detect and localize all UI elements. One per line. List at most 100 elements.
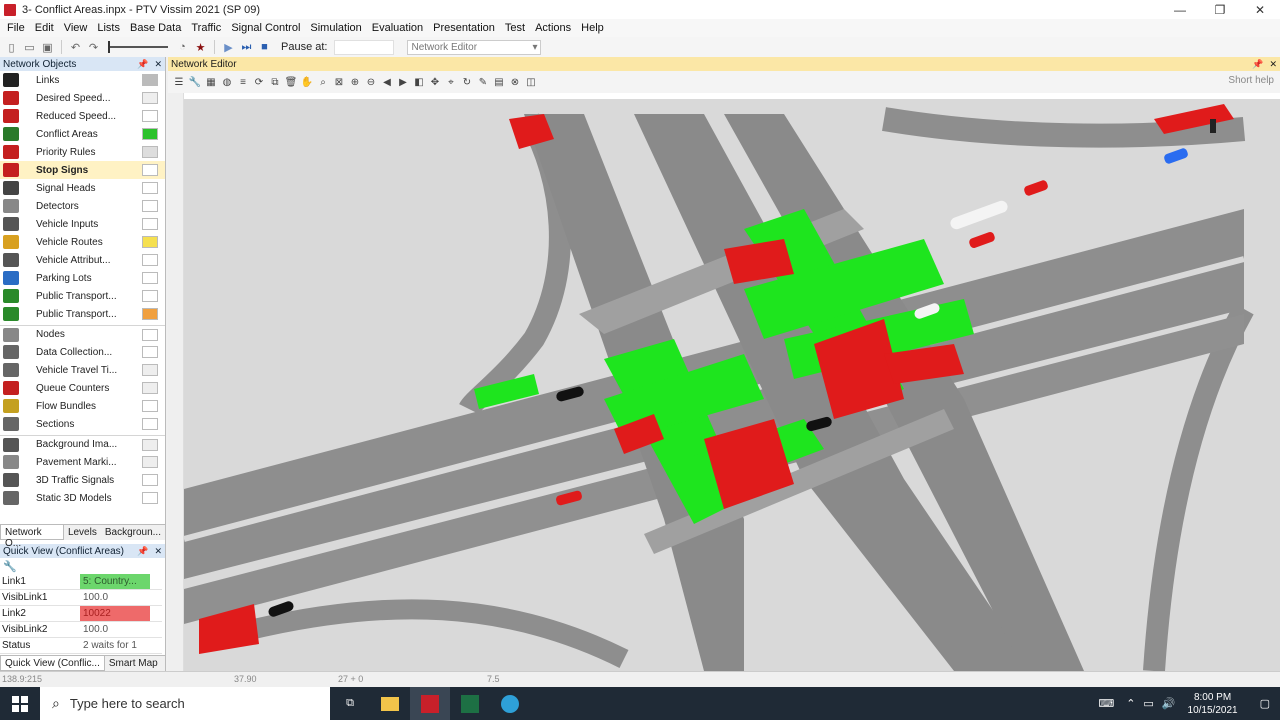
step-icon[interactable]: ⏭ bbox=[239, 40, 254, 54]
redo-icon[interactable]: ↷ bbox=[86, 40, 101, 54]
visibility-swatch[interactable] bbox=[142, 146, 158, 158]
rotate-icon[interactable]: ↻ bbox=[460, 75, 474, 89]
tab-backgrounds[interactable]: Backgroun... bbox=[101, 525, 165, 540]
pin-icon[interactable]: 📌 bbox=[137, 59, 148, 70]
menu-help[interactable]: Help bbox=[576, 22, 609, 34]
menu-lists[interactable]: Lists bbox=[92, 22, 125, 34]
forward-icon[interactable]: ▶ bbox=[396, 75, 410, 89]
signal-head-icon[interactable] bbox=[1210, 119, 1216, 133]
keyboard-icon[interactable]: ⌨ bbox=[1098, 697, 1114, 710]
network-object-conflict-areas[interactable]: Conflict Areas bbox=[0, 125, 165, 143]
close-icon[interactable]: ✕ bbox=[154, 59, 162, 70]
table-row[interactable]: VisibLink1 100.0 bbox=[0, 590, 162, 606]
network-object-static-3d-models[interactable]: Static 3D Models bbox=[0, 489, 165, 507]
table-row[interactable]: VisibLink2 100.0 bbox=[0, 622, 162, 638]
hand-icon[interactable]: ✋ bbox=[300, 75, 314, 89]
tab-network-objects[interactable]: Network O... bbox=[0, 525, 64, 549]
back-icon[interactable]: ◀ bbox=[380, 75, 394, 89]
network-object-sections[interactable]: Sections bbox=[0, 415, 165, 433]
excel-icon[interactable] bbox=[450, 687, 490, 720]
table-row[interactable]: Link1 5: Country... bbox=[0, 574, 162, 590]
star-icon[interactable]: ★ bbox=[193, 40, 208, 54]
visibility-swatch[interactable] bbox=[142, 492, 158, 504]
network-object-data-collection[interactable]: Data Collection... bbox=[0, 343, 165, 361]
editor-type-select[interactable]: Network Editor ▾ bbox=[407, 39, 542, 55]
tab-levels[interactable]: Levels bbox=[64, 525, 101, 540]
copy-icon[interactable]: ⧉ bbox=[268, 75, 282, 89]
network-object-stop-signs[interactable]: Stop Signs bbox=[0, 161, 165, 179]
notifications-icon[interactable]: ▢ bbox=[1260, 697, 1270, 710]
network-object-background-images[interactable]: Background Ima... bbox=[0, 435, 165, 453]
visibility-swatch[interactable] bbox=[142, 182, 158, 194]
task-view-icon[interactable]: ⧉ bbox=[330, 687, 370, 720]
visibility-swatch[interactable] bbox=[142, 254, 158, 266]
camera-icon[interactable]: ◧ bbox=[412, 75, 426, 89]
taskbar-search[interactable]: ⌕ Type here to search bbox=[40, 687, 330, 720]
play-icon[interactable]: ▶ bbox=[221, 40, 236, 54]
visibility-swatch[interactable] bbox=[142, 346, 158, 358]
network-object-vehicle-inputs[interactable]: Vehicle Inputs bbox=[0, 215, 165, 233]
undo-icon[interactable]: ↶ bbox=[68, 40, 83, 54]
network-object-reduced-speed[interactable]: Reduced Speed... bbox=[0, 107, 165, 125]
minimize-button[interactable]: — bbox=[1160, 0, 1200, 19]
pin-icon[interactable]: 📌 bbox=[1252, 59, 1263, 70]
network-object-priority-rules[interactable]: Priority Rules bbox=[0, 143, 165, 161]
attribute-value[interactable]: 5: Country... bbox=[80, 574, 150, 589]
network-object-vehicle-routes[interactable]: Vehicle Routes bbox=[0, 233, 165, 251]
save-icon[interactable]: ▣ bbox=[40, 40, 55, 54]
visibility-swatch[interactable] bbox=[142, 164, 158, 176]
table-row[interactable]: Link2 10022 bbox=[0, 606, 162, 622]
visibility-swatch[interactable] bbox=[142, 92, 158, 104]
close-views-icon[interactable]: ⊗ bbox=[508, 75, 522, 89]
attribute-value[interactable]: 10022 bbox=[80, 606, 150, 621]
network-object-links[interactable]: Links bbox=[0, 71, 165, 89]
delete-icon[interactable]: 🗑 bbox=[284, 75, 298, 89]
visibility-swatch[interactable] bbox=[142, 128, 158, 140]
new-file-icon[interactable]: ▯ bbox=[4, 40, 19, 54]
menu-base-data[interactable]: Base Data bbox=[125, 22, 186, 34]
redraw-icon[interactable]: ⟳ bbox=[252, 75, 266, 89]
menu-edit[interactable]: Edit bbox=[30, 22, 59, 34]
menu-file[interactable]: File bbox=[2, 22, 30, 34]
network-object-3d-traffic-signals[interactable]: 3D Traffic Signals bbox=[0, 471, 165, 489]
visibility-swatch[interactable] bbox=[142, 400, 158, 412]
globe-icon[interactable]: ◍ bbox=[220, 75, 234, 89]
screenshot-icon[interactable]: ▤ bbox=[492, 75, 506, 89]
network-icon[interactable]: ▭ bbox=[1143, 697, 1153, 710]
layers-icon[interactable]: ≡ bbox=[236, 75, 250, 89]
attribute-value[interactable]: 100.0 bbox=[80, 622, 150, 637]
visibility-swatch[interactable] bbox=[142, 200, 158, 212]
zoom-all-icon[interactable]: ⊠ bbox=[332, 75, 346, 89]
pan-icon[interactable]: ✥ bbox=[428, 75, 442, 89]
wrench-icon[interactable]: 🔧 bbox=[3, 560, 17, 573]
visibility-swatch[interactable] bbox=[142, 290, 158, 302]
visibility-swatch[interactable] bbox=[142, 438, 158, 451]
close-button[interactable]: ✕ bbox=[1240, 0, 1280, 19]
visibility-swatch[interactable] bbox=[142, 456, 158, 468]
menu-simulation[interactable]: Simulation bbox=[305, 22, 366, 34]
network-object-nodes[interactable]: Nodes bbox=[0, 325, 165, 343]
network-object-vehicle-attributes[interactable]: Vehicle Attribut... bbox=[0, 251, 165, 269]
network-canvas[interactable] bbox=[184, 99, 1280, 671]
menu-signal-control[interactable]: Signal Control bbox=[226, 22, 305, 34]
tab-smart-map[interactable]: Smart Map bbox=[105, 656, 162, 671]
taskbar-clock[interactable]: 8:00 PM 10/15/2021 bbox=[1188, 691, 1238, 717]
list-menu-icon[interactable]: ☰ bbox=[172, 75, 186, 89]
visibility-swatch[interactable] bbox=[142, 474, 158, 486]
chevron-up-icon[interactable]: ⌃ bbox=[1126, 697, 1135, 710]
network-object-desired-speed[interactable]: Desired Speed... bbox=[0, 89, 165, 107]
volume-icon[interactable]: 🔊 bbox=[1162, 697, 1176, 710]
brush-icon[interactable]: ✎ bbox=[476, 75, 490, 89]
visibility-swatch[interactable] bbox=[142, 74, 158, 86]
visibility-swatch[interactable] bbox=[142, 110, 158, 122]
menu-view[interactable]: View bbox=[59, 22, 93, 34]
network-object-signal-heads[interactable]: Signal Heads bbox=[0, 179, 165, 197]
visibility-swatch[interactable] bbox=[142, 236, 158, 248]
menu-presentation[interactable]: Presentation bbox=[428, 22, 500, 34]
vissim-taskbar-icon[interactable] bbox=[410, 687, 450, 720]
network-object-parking-lots[interactable]: Parking Lots bbox=[0, 269, 165, 287]
close-icon[interactable]: ✕ bbox=[1269, 59, 1277, 70]
open-file-icon[interactable]: ▭ bbox=[22, 40, 37, 54]
visibility-swatch[interactable] bbox=[142, 364, 158, 376]
visibility-swatch[interactable] bbox=[142, 218, 158, 230]
